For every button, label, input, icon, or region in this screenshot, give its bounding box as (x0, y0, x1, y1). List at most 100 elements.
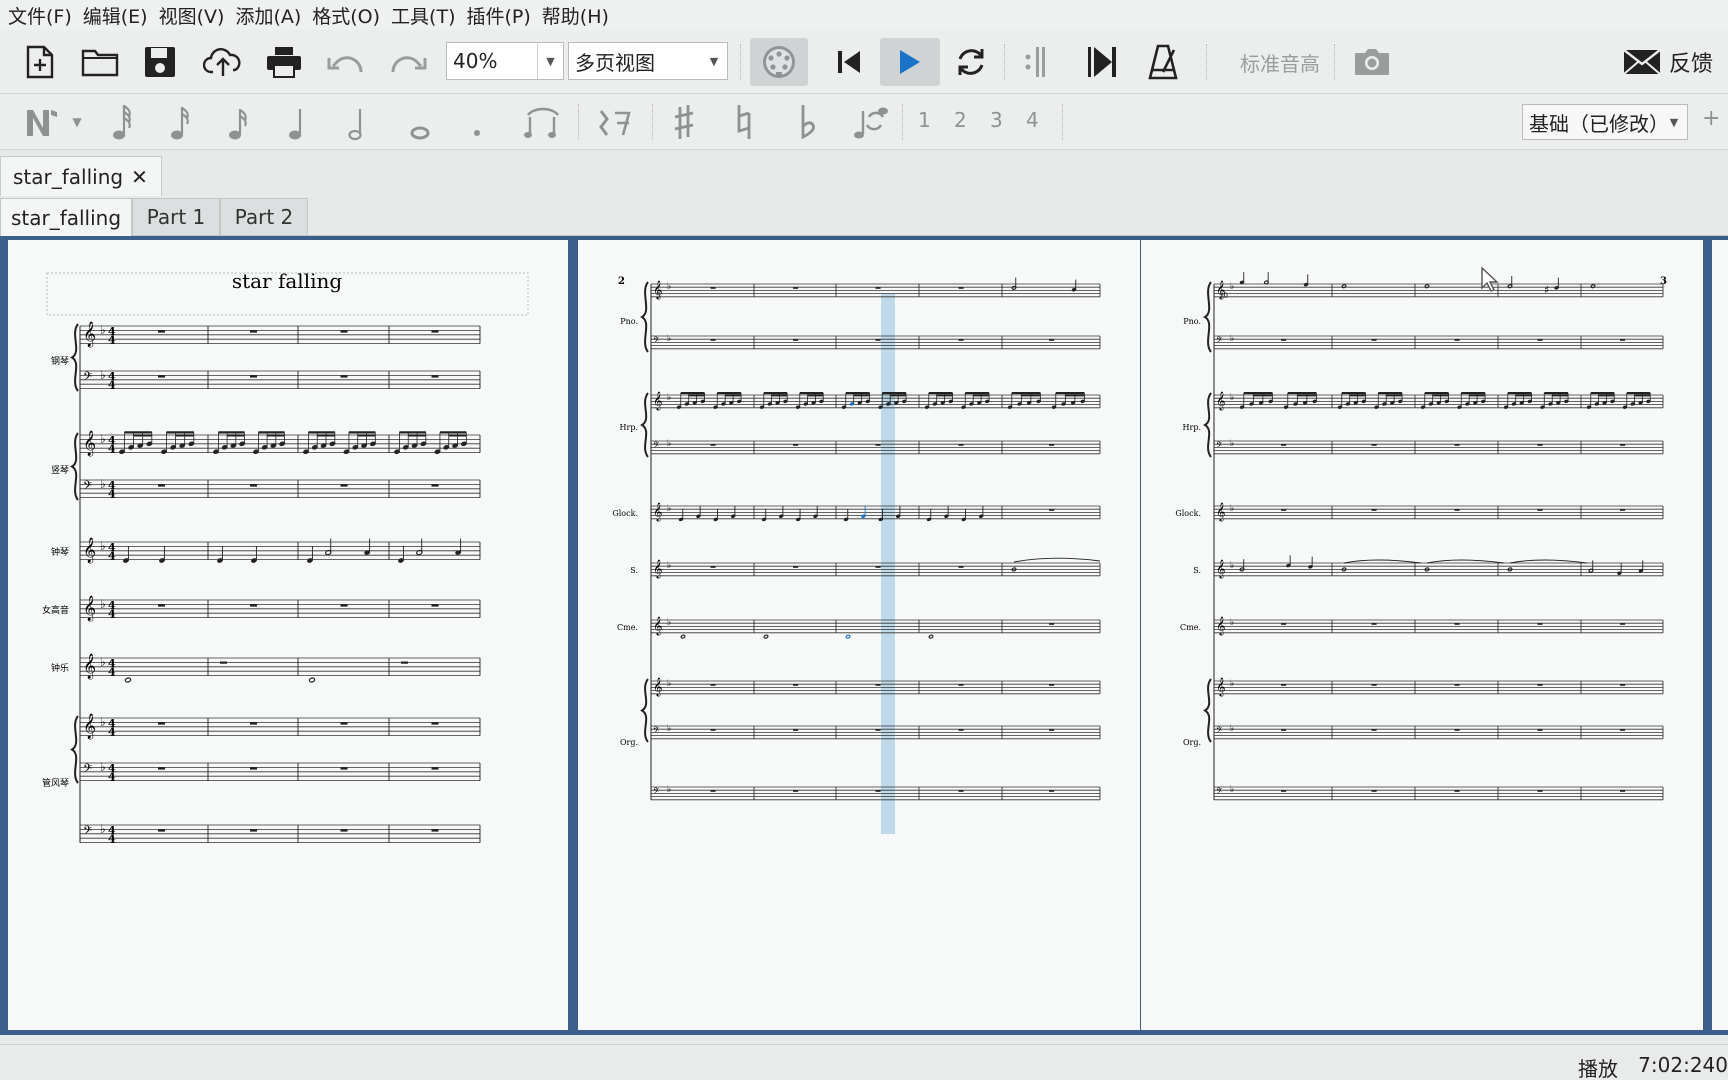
measure-rest (431, 604, 439, 607)
measure-rest (1454, 790, 1460, 792)
part-tab-part-1[interactable]: Part 1 (132, 198, 220, 236)
time-sig-bottom: 4 (108, 666, 116, 679)
key-flat: ♭ (100, 539, 106, 553)
measure-rest (1281, 729, 1287, 731)
quarter-note-icon[interactable] (280, 100, 316, 144)
voice-1-button[interactable]: 1 (918, 108, 931, 132)
tab-star-falling[interactable]: star_falling ✕ (0, 156, 162, 196)
chevron-down-icon[interactable]: ▼ (66, 100, 88, 144)
instrument-name: Pno. (1183, 317, 1201, 326)
close-icon[interactable]: ✕ (131, 165, 148, 189)
instrument-name: Org. (1183, 738, 1201, 747)
key-flat: ♭ (1230, 334, 1234, 344)
rest-icon[interactable] (592, 100, 638, 144)
key-flat: ♭ (667, 334, 671, 344)
menu-item-2[interactable]: 视图(V) (157, 2, 234, 29)
undo-icon[interactable] (324, 40, 368, 84)
chevron-down-icon: ▼ (709, 54, 719, 68)
instrument-name: 管风琴 (42, 777, 69, 789)
pan-icon[interactable] (1016, 40, 1052, 84)
measure-rest (1371, 339, 1377, 341)
treble-clef: 𝄞 (653, 559, 662, 579)
metronome-count-in-icon[interactable] (1080, 40, 1122, 84)
add-workspace-button[interactable]: + (1702, 106, 1720, 131)
play-icon[interactable] (880, 38, 940, 86)
open-folder-icon[interactable] (78, 40, 122, 84)
score-canvas[interactable]: star falling 𝄞 ♭ 4 4 𝄢 ♭ 4 4 𝄞 ♭ 4 4 𝄢 ♭ 4 4 𝄞 ♭ 4 4 𝄞 ♭ 4 4 𝄞 ♭ 4… (0, 236, 1728, 1035)
key-flat: ♭ (100, 655, 106, 669)
menu-item-0[interactable]: 文件(F) (6, 2, 81, 29)
measure-rest (340, 829, 348, 832)
score-page-4[interactable] (1712, 240, 1728, 1030)
note-head (1424, 284, 1430, 289)
score-page-1[interactable]: star falling 𝄞 ♭ 4 4 𝄢 ♭ 4 4 𝄞 ♭ 4 4 𝄢 ♭ 4 4 𝄞 ♭ 4 4 𝄞 ♭ 4 4 𝄞 ♭ 4… (8, 240, 568, 1030)
measure-rest (1537, 684, 1543, 686)
page-number: 3 (1660, 276, 1667, 287)
key-flat: ♭ (1230, 282, 1234, 292)
mail-icon[interactable] (1620, 40, 1664, 84)
score-title: star falling (232, 269, 343, 293)
key-flat: ♭ (667, 393, 671, 403)
key-flat: ♭ (667, 724, 671, 734)
menu-item-7[interactable]: 帮助(H) (540, 2, 618, 29)
menu-item-3[interactable]: 添加(A) (233, 2, 310, 29)
concert-pitch-button[interactable]: 标准音高 (1220, 40, 1340, 84)
bass-clef: 𝄢 (83, 762, 92, 778)
voice-4-button[interactable]: 4 (1026, 108, 1039, 132)
64th-note-icon[interactable] (104, 100, 140, 144)
note-input-mode-icon[interactable] (20, 100, 60, 144)
measure-rest (250, 722, 258, 725)
whole-note-icon[interactable] (402, 100, 438, 144)
score-page-3[interactable]: 3 10 𝄞 ♭ ♯ 𝄢 ♭ 𝄞 ♭ 𝄢 ♭ 𝄞 ♭ 𝄞 ♭ 𝄞 ♭ 𝄞 ♭ 𝄢 ♭ 𝄢 ♭ Pno. Hrp. Glock.… (1141, 240, 1703, 1030)
flip-direction-icon[interactable] (846, 100, 896, 144)
mouse-cursor-icon (1481, 266, 1499, 292)
main-toolbar: 40% ▼ 多页视图 ▼ 标准音高 反馈 (0, 30, 1728, 94)
view-mode-select[interactable]: 多页视图 ▼ (568, 42, 728, 80)
feedback-button[interactable]: 反馈 (1666, 40, 1716, 84)
part-tab-part-2[interactable]: Part 2 (220, 198, 308, 236)
16th-note-icon[interactable] (220, 100, 256, 144)
rewind-icon[interactable] (828, 40, 870, 84)
loop-icon[interactable] (950, 40, 992, 84)
note-head (845, 634, 851, 639)
32nd-note-icon[interactable] (162, 100, 198, 144)
measure-rest (958, 444, 964, 446)
measure-rest (158, 484, 166, 487)
measure-rest (958, 287, 964, 289)
measure-rest (1620, 684, 1626, 686)
augmentation-dot-icon[interactable] (462, 100, 492, 144)
midi-input-icon[interactable] (750, 38, 808, 86)
measure-rest (250, 767, 258, 770)
half-note-icon[interactable] (340, 100, 376, 144)
new-file-icon[interactable] (20, 40, 60, 84)
key-flat: ♭ (100, 597, 106, 611)
measure-rest (710, 287, 716, 289)
part-tab-score[interactable]: star_falling (0, 198, 132, 236)
menu-item-4[interactable]: 格式(O) (310, 2, 389, 29)
print-icon[interactable] (262, 40, 306, 84)
zoom-combo[interactable]: 40% ▼ (446, 42, 564, 80)
menu-item-6[interactable]: 插件(P) (464, 2, 539, 29)
natural-icon[interactable] (726, 100, 762, 144)
save-icon[interactable] (140, 40, 180, 84)
tie-icon[interactable] (518, 100, 568, 144)
sharp-icon[interactable] (666, 100, 702, 144)
score-page-2[interactable]: 2 5 𝄞 ♭ 𝄢 ♭ 𝄞 ♭ 𝄢 ♭ 𝄞 ♭ 𝄞 ♭ 𝄞 ♭ 𝄞 ♭ 𝄢 ♭ 𝄢 ♭ Pno. Hrp. Glock. S.… (578, 240, 1140, 1030)
menu-item-1[interactable]: 编辑(E) (81, 2, 157, 29)
menu-item-5[interactable]: 工具(T) (389, 2, 464, 29)
flat-icon[interactable] (790, 100, 826, 144)
metronome-icon[interactable] (1142, 40, 1184, 84)
tie (1426, 559, 1505, 564)
time-sig-bottom: 4 (108, 833, 116, 846)
workspace-select[interactable]: 基础（已修改） ▼ (1522, 104, 1688, 140)
measure-rest (158, 604, 166, 607)
screenshot-camera-icon[interactable] (1350, 40, 1394, 84)
tie (1509, 559, 1588, 564)
redo-icon[interactable] (386, 40, 430, 84)
cloud-upload-icon[interactable] (200, 40, 246, 84)
bass-clef: 𝄢 (1216, 786, 1223, 798)
instrument-name: S. (1193, 566, 1201, 575)
measure-rest (1049, 790, 1055, 792)
voice-3-button[interactable]: 3 (990, 108, 1003, 132)
voice-2-button[interactable]: 2 (954, 108, 967, 132)
